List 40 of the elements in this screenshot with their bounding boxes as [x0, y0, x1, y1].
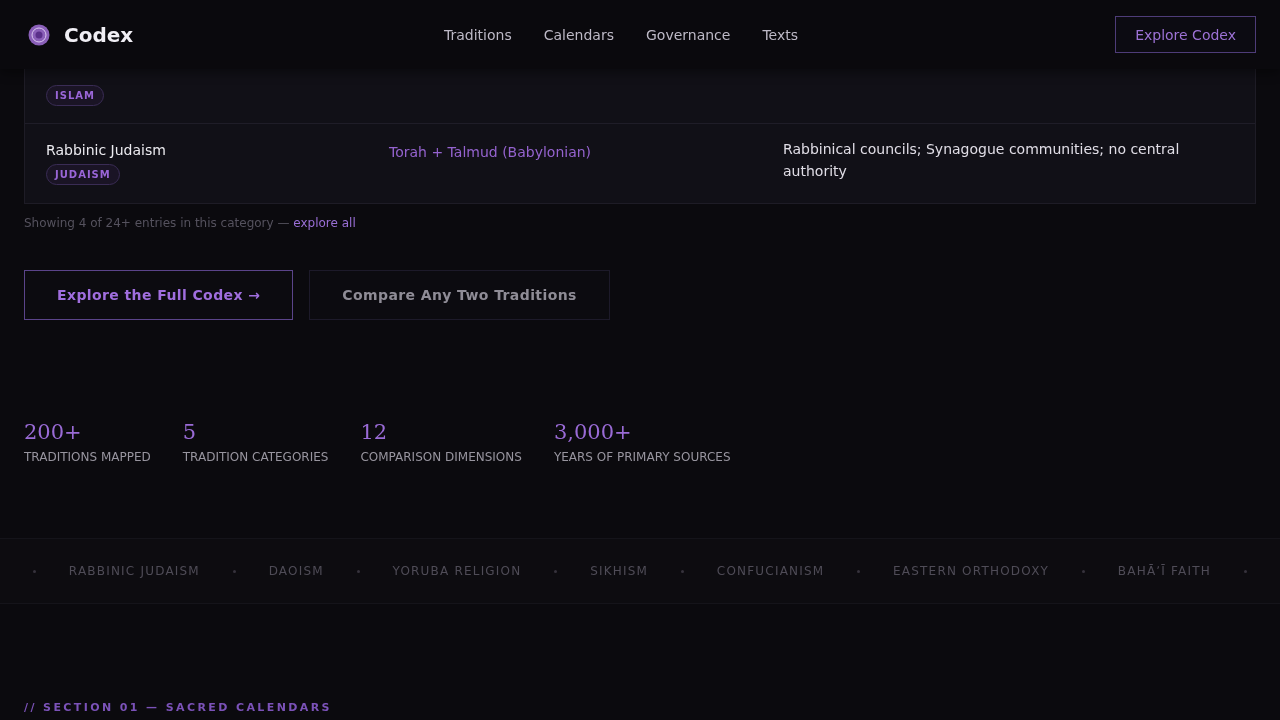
section-label: // SECTION 01 — SACRED CALENDARS — [24, 701, 332, 714]
nav-link[interactable]: Governance — [645, 26, 731, 43]
separator-dot — [554, 569, 558, 573]
stat-value: 5 — [182, 420, 198, 444]
stat-value: 200+ — [24, 420, 83, 444]
stat-value: 12 — [360, 420, 389, 444]
ticker-item: EASTERN ORTHODOXY — [893, 564, 1050, 578]
nav-link[interactable]: Traditions — [444, 26, 512, 43]
nav-link[interactable]: Texts — [762, 26, 799, 43]
explore-full-button[interactable]: Explore the Full Codex → — [24, 270, 294, 320]
stat-label: YEARS OF PRIMARY SOURCES — [553, 450, 731, 464]
scripture-link[interactable]: Torah + Talmud (Babylonian) — [389, 144, 592, 160]
separator-dot — [1243, 569, 1247, 573]
logo-icon — [28, 23, 50, 46]
ticker-item: RABBINIC JUDAISM — [68, 564, 200, 578]
governance-text: Rabbinical councils; Synagogue communities; no central authority — [783, 140, 1181, 181]
stat-label: TRADITIONS MAPPED — [24, 450, 151, 464]
stat-label: COMPARISON DIMENSIONS — [360, 450, 522, 464]
separator-dot — [33, 569, 36, 573]
ticker-item: BAHĀʼĪ FAITH — [1117, 564, 1211, 578]
separator-dot — [681, 569, 684, 573]
tradition-name: Rabbinic Judaism — [46, 142, 166, 158]
ticker-item: DAOISM — [268, 564, 324, 578]
explore-button[interactable]: Explore Codex — [1115, 16, 1256, 53]
separator-dot — [356, 569, 360, 573]
separator-dot — [232, 569, 236, 573]
separator-dot — [857, 569, 861, 573]
ticker-item: CONFUCIANISM — [716, 564, 825, 578]
brand-name[interactable]: Codex — [64, 22, 134, 47]
stat-value: 3,000+ — [553, 420, 633, 444]
ticker-item: YORUBA RELIGION — [392, 564, 522, 578]
entries-note: Showing 4 of 24+ entries in this category — — [24, 216, 290, 230]
stat-label: TRADITION CATEGORIES — [182, 450, 329, 464]
category-tag: ISLAM — [46, 85, 104, 106]
nav-link[interactable]: Calendars — [543, 26, 614, 43]
category-tag: JUDAISM — [46, 164, 120, 185]
ticker-item: SIKHISM — [590, 564, 649, 578]
compare-button[interactable]: Compare Any Two Traditions — [309, 270, 610, 320]
explore-all-link[interactable]: explore all — [293, 216, 356, 230]
separator-dot — [1081, 569, 1085, 573]
